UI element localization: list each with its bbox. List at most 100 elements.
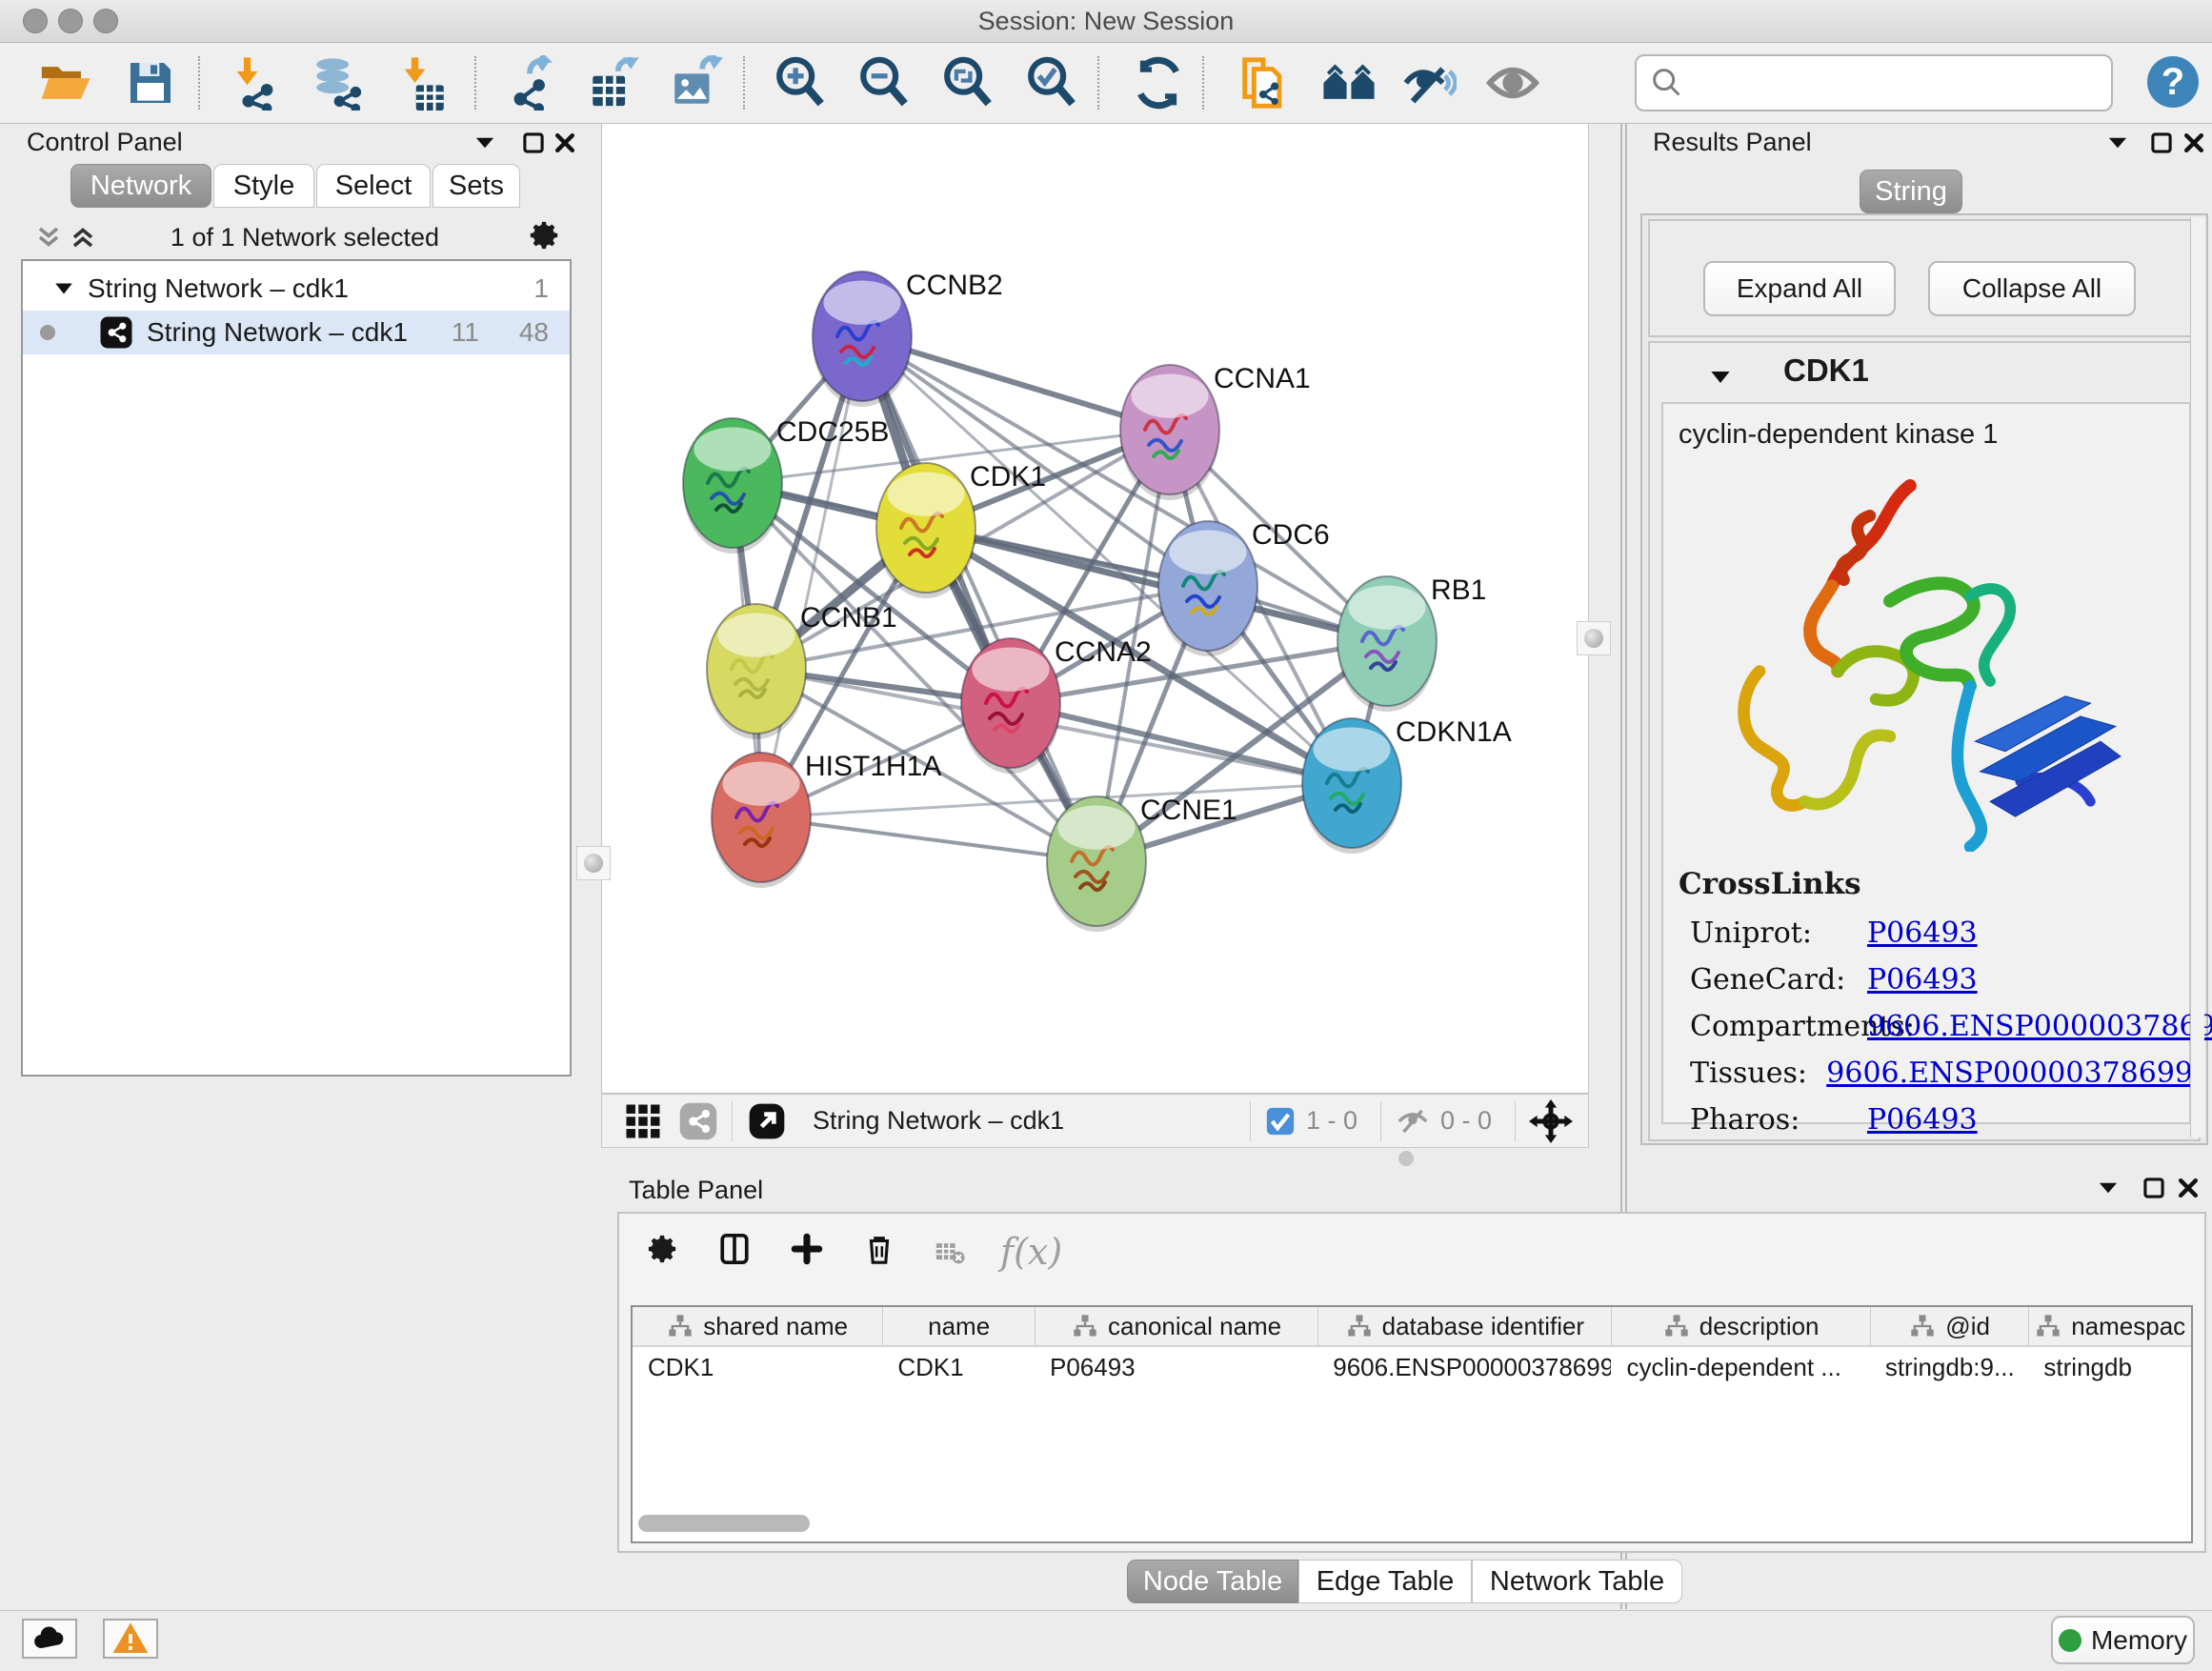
warnings-button[interactable] [103,1619,158,1659]
tab-sets[interactable]: Sets [432,164,520,208]
memory-button[interactable]: Memory [2051,1616,2195,1664]
node-RB1[interactable]: RB1 [1337,574,1486,712]
results-panel-menu-icon[interactable] [2101,127,2134,159]
table-cell[interactable]: stringdb:9... [1870,1353,2029,1382]
results-panel-close-icon[interactable] [2178,127,2210,159]
birdseye-navigator-icon[interactable] [1529,1099,1573,1143]
network-canvas[interactable]: CCNB2CCNA1CDC25BCDK1CDC6RB1CCNB1CCNA2CDK… [601,123,1589,1094]
control-panel-float-icon[interactable] [517,127,550,159]
node-CDKN1A[interactable]: CDKN1A [1302,716,1512,854]
column-header-database-identifier[interactable]: database identifier [1317,1307,1611,1345]
column-header-@id[interactable]: @id [1870,1307,2029,1345]
results-scrollbar[interactable] [2190,217,2204,1137]
help-button[interactable]: ? [2147,56,2199,108]
network-view-icon[interactable] [678,1101,718,1141]
tab-network-table[interactable]: Network Table [1472,1560,1682,1603]
collapse-all-button[interactable]: Collapse All [1928,261,2136,316]
results-panel-float-icon[interactable] [2145,127,2178,159]
table-panel-float-icon[interactable] [2138,1172,2170,1204]
tab-select[interactable]: Select [316,164,431,208]
control-panel-close-icon[interactable] [549,127,581,159]
open-file-icon[interactable] [34,52,95,113]
show-hide-icon[interactable] [1398,52,1459,113]
refresh-icon[interactable] [1128,52,1189,113]
eye-icon[interactable] [1482,52,1543,113]
zoom-out-icon[interactable] [854,52,915,113]
network-options-gear-icon[interactable] [528,219,560,252]
search-input[interactable] [1694,68,2107,99]
node-CCNA1[interactable]: CCNA1 [1120,363,1311,500]
export-network-icon[interactable] [499,52,560,113]
column-header-description[interactable]: description [1611,1307,1869,1345]
delete-column-icon[interactable] [863,1233,895,1265]
table-cell[interactable]: stringdb [2028,1353,2191,1382]
node-CCNB1[interactable]: CCNB1 [707,602,897,739]
left-splitter-handle[interactable] [576,846,611,880]
tab-node-table[interactable]: Node Table [1127,1560,1298,1603]
edge-CCNB2-HIST1H1A[interactable] [761,336,862,817]
crosslink-link[interactable]: 9606.ENSP00000378699 [1867,1010,2212,1043]
export-image-icon[interactable] [665,52,726,113]
cloud-button[interactable] [22,1619,77,1659]
crosslink-link[interactable]: P06493 [1867,1103,1978,1137]
network-status-dot [40,325,55,340]
gene-collapse-icon[interactable] [1709,366,1732,389]
table-cell[interactable]: cyclin-dependent ... [1611,1353,1869,1382]
network-collection-row[interactable]: String Network – cdk1 1 [23,267,570,311]
zoom-fit-icon[interactable] [937,52,998,113]
import-network-icon[interactable] [225,52,286,113]
tab-style[interactable]: Style [213,164,314,208]
hidden-eye-icon[interactable] [1395,1103,1431,1139]
table-gear-icon[interactable] [646,1233,678,1265]
import-network-database-icon[interactable] [307,52,368,113]
column-header-canonical-name[interactable]: canonical name [1035,1307,1317,1345]
table-row[interactable]: CDK1CDK1P064939606.ENSP00000378699cyclin… [633,1347,2191,1387]
node-CCNB2[interactable]: CCNB2 [813,270,1003,407]
table-panel-close-icon[interactable] [2172,1172,2204,1204]
save-session-icon[interactable] [120,52,181,113]
expand-all-networks-icon[interactable] [67,221,99,253]
node-CDC25B[interactable]: CDC25B [683,416,889,554]
column-tree-icon [667,1313,694,1339]
crosslink-link[interactable]: 9606.ENSP00000378699 [1826,1057,2193,1090]
table-horizontal-scrollbar[interactable] [638,1515,810,1532]
crosslink-link[interactable]: P06493 [1867,963,1978,997]
expand-all-button[interactable]: Expand All [1703,261,1896,316]
column-header-name[interactable]: name [882,1307,1035,1345]
first-neighbors-icon[interactable] [1318,52,1379,113]
grid-view-icon[interactable] [623,1101,663,1141]
detach-view-icon[interactable] [746,1100,788,1142]
selected-checkbox-icon[interactable] [1264,1105,1297,1137]
table-panel-menu-icon[interactable] [2092,1172,2124,1204]
horizontal-splitter-handle[interactable] [1398,1151,1414,1166]
edge-HIST1H1A-CCNE1[interactable] [761,817,1096,861]
collapse-all-networks-icon[interactable] [32,221,65,253]
column-header-shared-name[interactable]: shared name [633,1307,882,1345]
table-cell[interactable]: 9606.ENSP00000378699 [1317,1353,1611,1382]
table-cell[interactable]: CDK1 [882,1353,1035,1382]
tab-edge-table[interactable]: Edge Table [1298,1560,1472,1603]
table-cell[interactable]: P06493 [1035,1353,1317,1382]
tab-string[interactable]: String [1860,170,1962,213]
export-table-icon[interactable] [583,52,644,113]
column-header-namespac[interactable]: namespac [2028,1307,2191,1345]
collection-expand-icon[interactable] [53,278,74,299]
network-row-selected[interactable]: String Network – cdk1 11 48 [23,311,570,354]
table-cell[interactable]: CDK1 [633,1353,882,1382]
edge-CCNB2-CCNE1[interactable] [862,336,1096,861]
node-HIST1H1A[interactable]: HIST1H1A [712,751,941,888]
node-CCNE1[interactable]: CCNE1 [1047,795,1237,932]
right-splitter-handle[interactable] [1577,621,1611,655]
show-columns-icon[interactable] [718,1233,751,1265]
zoom-in-icon[interactable] [770,52,831,113]
import-table-icon[interactable] [392,52,453,113]
tab-network[interactable]: Network [70,164,211,208]
node-CDK1[interactable]: CDK1 [876,461,1046,598]
clone-network-icon[interactable] [1233,52,1294,113]
crosslink-link[interactable]: P06493 [1867,916,1978,950]
add-column-icon[interactable] [791,1233,823,1265]
crosslinks-title: CrossLinks [1679,867,1861,901]
zoom-selected-icon[interactable] [1021,52,1082,113]
node-CDC6[interactable]: CDC6 [1158,519,1330,656]
control-panel-menu-icon[interactable] [469,127,501,159]
